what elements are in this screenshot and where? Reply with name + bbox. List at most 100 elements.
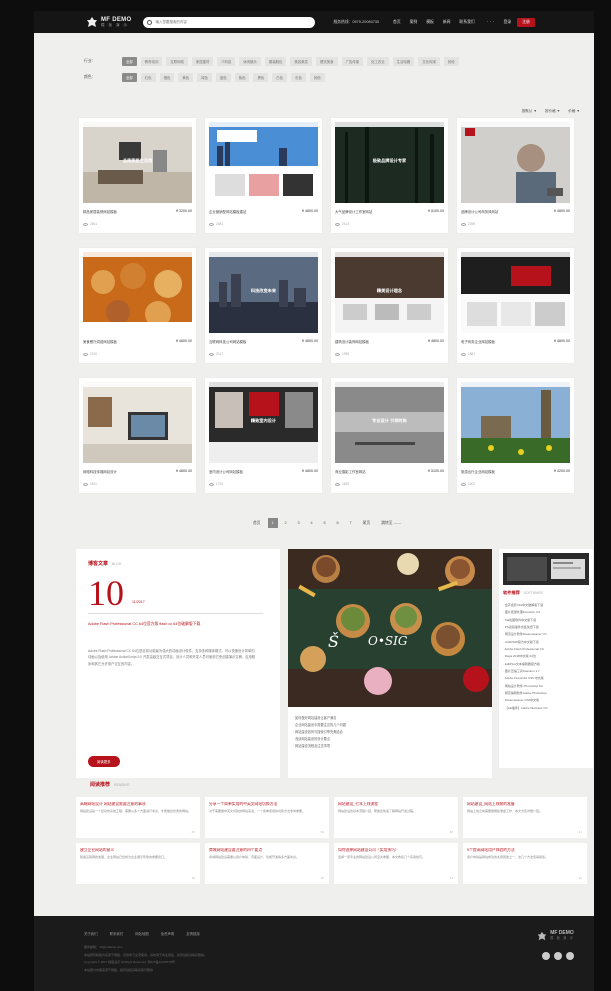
reading-card[interactable]: 商城网站建设要注意的四个要点 商城网站建设需要从用户体验、页面设计、功能开发等多方… [205,843,329,884]
logo[interactable]: MF DEMO 模 板 演 示 [86,16,131,28]
filter-tag[interactable]: 化工农业 [367,57,389,66]
software-link[interactable]: · 网页编辑软件Adobe Photoshop [503,690,589,697]
filter-tag[interactable]: 餐饮美食 [315,57,338,66]
search-box[interactable] [143,16,316,28]
template-card[interactable]: 精致室内设计 室内设计公司网站模板 ¥ 4800.00 1734 [205,378,322,493]
filter-tag[interactable]: 黑色 [253,73,269,82]
template-title[interactable]: 品牌设计公司商务风网站 [461,209,541,214]
pagination-page[interactable]: 4 [307,518,317,528]
template-card[interactable]: 专业设计 引领时尚 商业摄影工作室网站 ¥ 5100.00 1695 [331,378,448,493]
sort-price-2[interactable]: 价格 ▼ [568,109,580,114]
reading-card[interactable]: 高端网站设计 网站建设需要注意的事项 网站建设是一个复杂的系统工程，需要从多个方面… [76,797,200,838]
software-link[interactable]: · 网站设计软件 Photoshop CC [503,683,589,690]
footer-link[interactable]: 关于我们 [84,931,98,936]
reading-title[interactable]: 如何选择网站建设公司（实用技巧） [338,848,454,853]
reading-title[interactable]: 高端网站设计 网站建设需要注意的事项 [80,802,196,807]
software-link[interactable]: · PS滤镜插件合集免费下载 [503,624,589,631]
reading-card[interactable]: 5个提高网站用户体验的方法 用户体验是网站成功的关键因素之一，这几个方法值得借鉴。… [463,843,587,884]
template-title[interactable]: 企业营销型网站模板建站 [209,209,289,214]
nav-item-home[interactable]: 首页 [393,20,401,25]
reading-title[interactable]: 商城网站建设要注意的四个要点 [209,848,325,853]
software-link[interactable]: · Sai绘图软件中文版下载 [503,617,589,624]
template-title[interactable]: 室内设计公司网站模板 [209,469,289,474]
template-card[interactable]: 极致品牌设计专家 大气品牌设计工作室网站 ¥ 5100.00 2413 [331,118,448,233]
filter-tag[interactable]: 橙色 [159,73,175,82]
filter-tag[interactable]: 全部 [122,57,137,66]
template-card[interactable]: 科技改变未来 互联网科技公司网站模板 ¥ 4800.00 2017 [205,248,322,363]
software-link[interactable]: · Adobe Flash Professional CC [503,646,589,653]
pagination-page[interactable]: 3 [294,518,304,528]
template-thumbnail[interactable]: 专业设计 引领时尚 [335,382,444,463]
filter-tag[interactable]: 灰色 [291,73,306,82]
reading-title[interactable]: 网站建设_七年上线流程 [338,802,454,807]
filter-tag[interactable]: 教育培训 [140,57,163,66]
wechat-icon[interactable] [554,952,562,960]
pagination-page[interactable]: 7 [346,518,356,528]
template-card[interactable]: 品牌设计公司商务风网站 ¥ 4800.00 2298 [457,118,574,233]
template-title[interactable]: 商业摄影工作室网站 [335,469,415,474]
filter-tag[interactable]: 其他 [443,57,459,66]
filter-tag[interactable]: 互联网络 [166,57,188,66]
template-thumbnail[interactable] [461,382,570,463]
reading-title[interactable]: 网站建设_网站上线前的准备 [467,802,583,807]
weibo-icon[interactable] [542,952,550,960]
template-card[interactable]: 网络科技传媒网站设计 ¥ 4800.00 1811 [79,378,196,493]
pagination-page[interactable]: 5 [320,518,330,528]
filter-tag[interactable]: 蓝色 [215,73,231,82]
reading-card[interactable]: 网站建设_七年上线流程 网站建设的基本流程介绍，帮助您快速了解网站开发过程。 48 [334,797,458,838]
pagination-page[interactable]: 2 [281,518,291,528]
sort-price[interactable]: 按价格 ▼ [545,109,560,114]
register-button[interactable]: 注册 [517,17,535,27]
filter-tag[interactable]: 其他 [309,73,325,82]
template-card[interactable]: 电子商务企业网站模板 ¥ 4800.00 1881 [457,248,574,363]
nav-item-templates[interactable]: 模板 [426,20,434,25]
filter-tag[interactable]: 服装鞋包 [264,57,287,66]
reading-card[interactable]: 网站建设_网站上线前的准备 网站上线之前需要做哪些准备工作，本文为您详细介绍。 41 [463,797,587,838]
footer-link[interactable]: 免责声明 [161,931,175,936]
template-title[interactable]: 旅游出行企业网站模板 [461,469,541,474]
template-thumbnail[interactable]: 精美设计理念 [335,252,444,333]
search-icon[interactable] [147,19,153,25]
pagination-jump[interactable]: 跳转至 ------ [377,521,405,526]
article-link[interactable]: · 浅谈网站建设的设计要点 [293,736,488,743]
filter-tag[interactable]: 全部 [122,73,137,82]
template-card[interactable]: 旅游出行企业网站模板 ¥ 4200.00 1602 [457,378,574,493]
search-input[interactable] [155,20,306,24]
reading-title[interactable]: 分享一个简单实用的中英文网站切换方法 [209,802,325,807]
template-thumbnail[interactable] [461,252,570,333]
filter-tag[interactable]: 紫色 [234,73,250,82]
template-card[interactable]: 美食餐厅烘焙网站模板 ¥ 4800.00 2130 [79,248,196,363]
template-thumbnail[interactable] [461,122,570,203]
software-link[interactable]: · 会声会影X10中文破解版下载 [503,602,589,609]
login-link[interactable]: 登录 [504,20,512,25]
pagination-last[interactable]: 尾页 [359,521,375,526]
pagination-page[interactable]: 6 [333,518,343,528]
featured-image[interactable]: Š O•SIG [288,549,492,707]
template-thumbnail[interactable]: 精致室内设计 [209,382,318,463]
template-title[interactable]: 建筑设计装饰网站模板 [335,339,415,344]
reading-card[interactable]: 如何选择网站建设公司（实用技巧） 选择一家专业的网站建设公司至关重要，本文教您几个… [334,843,458,884]
sort-default[interactable]: 按默认 ▼ [522,109,537,114]
software-link[interactable]: · 图片压缩工具Caesium 1.7 [503,668,589,675]
template-title[interactable]: 网络科技传媒网站设计 [83,469,163,474]
article-link[interactable]: · 网站建设如何与搜索引擎完美结合 [293,729,488,736]
article-link[interactable]: · 网站建设流程及注意事项 [293,743,488,750]
reading-title[interactable]: 5个提高网站用户体验的方法 [467,848,583,853]
template-thumbnail[interactable] [83,252,192,333]
filter-tag[interactable]: 广告传媒 [341,57,364,66]
article-link[interactable]: · 如何做好网站建设让客户满意 [293,715,488,722]
software-link[interactable]: · 网页设计软件Dreamweaver CC [503,631,589,638]
nav-item-news[interactable]: 新闻 [443,20,451,25]
template-thumbnail[interactable] [83,382,192,463]
software-link[interactable]: · 【AE插件】Adobe Illustrator CC [503,705,589,712]
filter-tag[interactable]: 休闲娱乐 [239,57,261,66]
template-thumbnail[interactable] [209,122,318,203]
qq-icon[interactable] [566,952,574,960]
blog-title[interactable]: Adobe Flash Professional CC 64位官方版 flash… [88,621,248,627]
pagination-first[interactable]: 首页 [249,521,265,526]
template-thumbnail[interactable]: 品质家居生活馆 [83,122,192,203]
filter-tag[interactable]: 绿色 [197,73,212,82]
more-icon[interactable]: ··· [487,19,496,25]
nav-item-contact[interactable]: 联系我们 [459,20,474,25]
footer-link[interactable]: 友情链接 [186,931,200,936]
